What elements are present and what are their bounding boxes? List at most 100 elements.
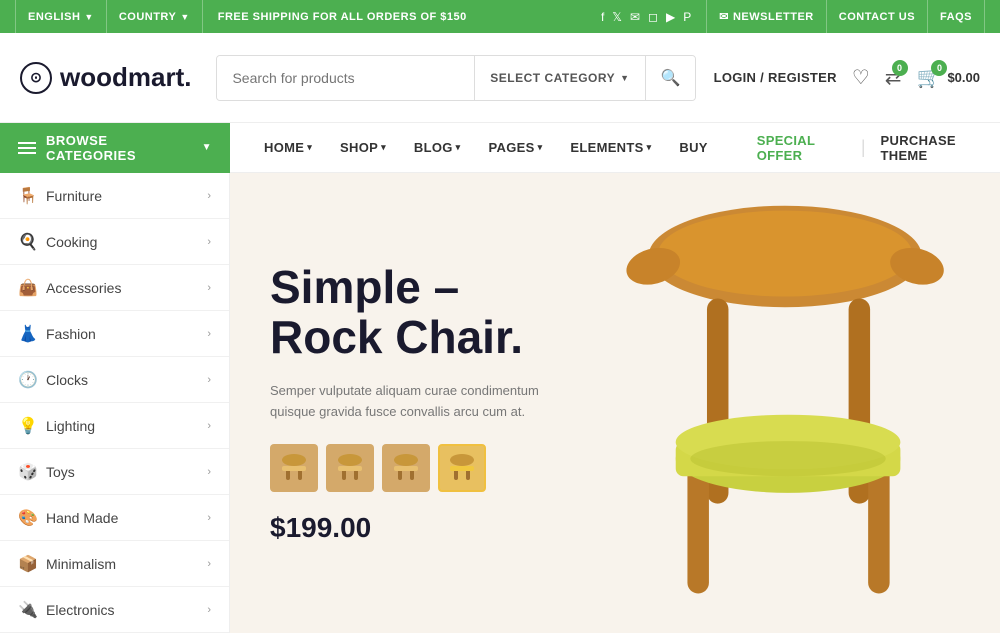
sidebar-item-furniture[interactable]: 🪑 Furniture ›: [0, 173, 229, 219]
heart-icon: ♡: [852, 65, 870, 90]
nav-buy[interactable]: BUY: [665, 123, 721, 173]
special-offer-link[interactable]: SPECIAL OFFER: [742, 133, 861, 163]
sidebar-item-clocks[interactable]: 🕐 Clocks ›: [0, 357, 229, 403]
instagram-icon[interactable]: ◻: [648, 10, 658, 24]
youtube-icon[interactable]: ▶: [666, 10, 675, 24]
nav-bar: BROWSE CATEGORIES ▼ HOME ▾ SHOP ▾ BLOG ▾…: [0, 123, 1000, 173]
sidebar-item-accessories[interactable]: 👜 Accessories ›: [0, 265, 229, 311]
nav-elements[interactable]: ELEMENTS ▾: [556, 123, 665, 173]
shipping-notice: FREE SHIPPING FOR ALL ORDERS OF $150: [203, 11, 482, 23]
sidebar-item-lighting[interactable]: 💡 Lighting ›: [0, 403, 229, 449]
pinterest-icon[interactable]: P: [683, 10, 691, 24]
sidebar-item-toys[interactable]: 🎲 Toys ›: [0, 449, 229, 495]
nav-blog[interactable]: BLOG ▾: [400, 123, 475, 173]
twitter-icon[interactable]: 𝕏: [612, 10, 622, 24]
hero-thumb-4[interactable]: [438, 444, 486, 492]
top-bar: ENGLISH ▼ COUNTRY ▼ FREE SHIPPING FOR AL…: [0, 0, 1000, 33]
compare-button[interactable]: ⇄ 0: [885, 65, 902, 90]
cart-button[interactable]: 🛒 0 $0.00: [917, 65, 980, 90]
contact-link[interactable]: CONTACT US: [826, 0, 927, 33]
category-chevron-icon: ▼: [620, 73, 629, 83]
email-icon[interactable]: ✉: [630, 10, 640, 24]
hero-price: $199.00: [270, 512, 540, 544]
sidebar-item-cooking[interactable]: 🍳 Cooking ›: [0, 219, 229, 265]
furniture-arrow-icon: ›: [207, 190, 211, 202]
top-bar-left: ENGLISH ▼ COUNTRY ▼ FREE SHIPPING FOR AL…: [15, 0, 482, 33]
header: ⊙ woodmart. SELECT CATEGORY ▼ 🔍 LOGIN / …: [0, 33, 1000, 123]
sidebar-item-handmade[interactable]: 🎨 Hand Made ›: [0, 495, 229, 541]
hero-thumbnails: [270, 444, 540, 492]
hamburger-icon: [18, 142, 36, 154]
search-icon: 🔍: [661, 70, 681, 87]
language-label: ENGLISH: [28, 11, 80, 23]
facebook-icon[interactable]: f: [601, 10, 604, 24]
sidebar-item-label: Toys: [46, 464, 207, 480]
cooking-arrow-icon: ›: [207, 236, 211, 248]
pages-chevron-icon: ▾: [538, 142, 543, 153]
shop-chevron-icon: ▾: [381, 142, 386, 153]
handmade-icon: 🎨: [18, 508, 46, 528]
hero-thumb-3[interactable]: [382, 444, 430, 492]
clocks-icon: 🕐: [18, 370, 46, 390]
search-button[interactable]: 🔍: [645, 56, 696, 100]
furniture-icon: 🪑: [18, 186, 46, 206]
electronics-icon: 🔌: [18, 600, 46, 620]
accessories-arrow-icon: ›: [207, 282, 211, 294]
social-links: f 𝕏 ✉ ◻ ▶ P: [586, 10, 706, 24]
cart-icon: 🛒 0: [917, 65, 942, 90]
wishlist-button[interactable]: ♡: [852, 65, 870, 90]
accessories-icon: 👜: [18, 278, 46, 298]
faqs-link[interactable]: FAQS: [927, 0, 985, 33]
cart-badge: 0: [931, 60, 947, 76]
electronics-arrow-icon: ›: [207, 604, 211, 616]
purchase-theme-link[interactable]: PURCHASE THEME: [866, 133, 1000, 163]
sidebar-item-label: Minimalism: [46, 556, 207, 572]
country-label: COUNTRY: [119, 11, 176, 23]
cooking-icon: 🍳: [18, 232, 46, 252]
hero-thumb-1[interactable]: [270, 444, 318, 492]
nav-pages[interactable]: PAGES ▾: [475, 123, 557, 173]
minimalism-arrow-icon: ›: [207, 558, 211, 570]
sidebar-item-label: Electronics: [46, 602, 207, 618]
nav-shop[interactable]: SHOP ▾: [326, 123, 400, 173]
compare-badge: 0: [892, 60, 908, 76]
sidebar-item-label: Furniture: [46, 188, 207, 204]
nav-home[interactable]: HOME ▾: [250, 123, 326, 173]
hero-thumb-2[interactable]: [326, 444, 374, 492]
login-register-button[interactable]: LOGIN / REGISTER: [714, 70, 837, 85]
sidebar-item-minimalism[interactable]: 📦 Minimalism ›: [0, 541, 229, 587]
sidebar-item-fashion[interactable]: 👗 Fashion ›: [0, 311, 229, 357]
top-links: ✉ NEWSLETTER CONTACT US FAQS: [706, 0, 985, 33]
toys-icon: 🎲: [18, 462, 46, 482]
main-nav: HOME ▾ SHOP ▾ BLOG ▾ PAGES ▾ ELEMENTS ▾ …: [230, 123, 742, 173]
toys-arrow-icon: ›: [207, 466, 211, 478]
hero-image: [580, 173, 1000, 633]
handmade-arrow-icon: ›: [207, 512, 211, 524]
main-content: 🪑 Furniture › 🍳 Cooking › 👜 Accessories …: [0, 173, 1000, 633]
hero-description: Semper vulputate aliquam curae condiment…: [270, 381, 540, 423]
sidebar-item-electronics[interactable]: 🔌 Electronics ›: [0, 587, 229, 633]
fashion-arrow-icon: ›: [207, 328, 211, 340]
minimalism-icon: 📦: [18, 554, 46, 574]
elements-chevron-icon: ▾: [647, 142, 652, 153]
sidebar-item-label: Fashion: [46, 326, 207, 342]
country-chevron-icon: ▼: [180, 12, 189, 22]
sidebar-item-label: Cooking: [46, 234, 207, 250]
sidebar: 🪑 Furniture › 🍳 Cooking › 👜 Accessories …: [0, 173, 230, 633]
hero-section: Simple –Rock Chair. Semper vulputate ali…: [230, 173, 1000, 633]
blog-chevron-icon: ▾: [456, 142, 461, 153]
country-selector[interactable]: COUNTRY ▼: [107, 0, 203, 33]
logo-icon: ⊙: [20, 62, 52, 94]
browse-categories-button[interactable]: BROWSE CATEGORIES ▼: [0, 123, 230, 173]
top-bar-right: f 𝕏 ✉ ◻ ▶ P ✉ NEWSLETTER CONTACT US FAQS: [586, 0, 985, 33]
logo[interactable]: ⊙ woodmart.: [20, 62, 191, 94]
sidebar-item-label: Accessories: [46, 280, 207, 296]
clocks-arrow-icon: ›: [207, 374, 211, 386]
language-selector[interactable]: ENGLISH ▼: [15, 0, 107, 33]
header-actions: LOGIN / REGISTER ♡ ⇄ 0 🛒 0 $0.00: [714, 65, 980, 90]
newsletter-link[interactable]: ✉ NEWSLETTER: [706, 0, 826, 33]
sidebar-item-label: Hand Made: [46, 510, 207, 526]
category-select[interactable]: SELECT CATEGORY ▼: [474, 56, 644, 100]
search-input[interactable]: [217, 56, 474, 100]
lang-chevron-icon: ▼: [84, 12, 93, 22]
